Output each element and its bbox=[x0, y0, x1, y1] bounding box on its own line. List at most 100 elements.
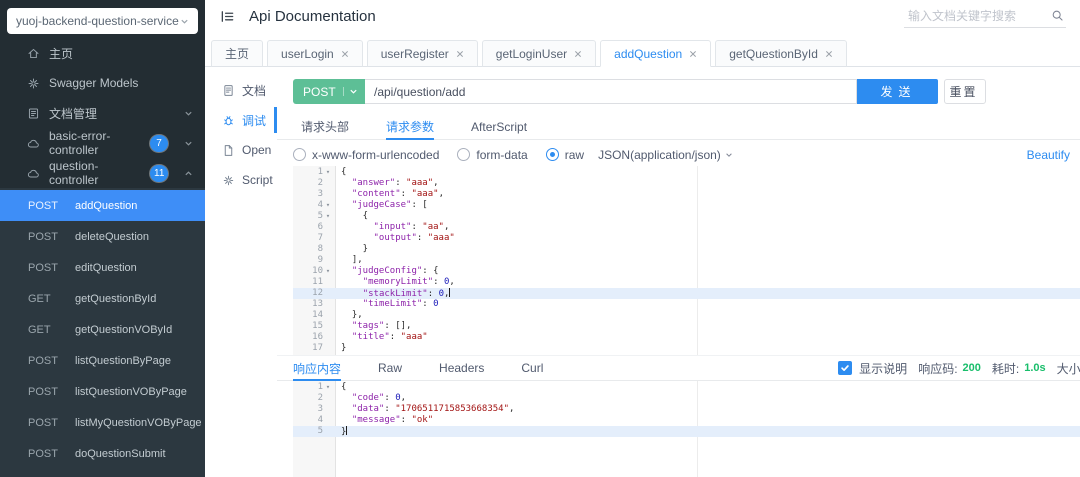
chevron-down-icon[interactable] bbox=[184, 139, 193, 148]
fold-toggle-icon[interactable]: ▾ bbox=[323, 167, 333, 178]
fold-toggle-icon[interactable]: ▾ bbox=[323, 200, 333, 211]
editor-line[interactable]: 9 ], bbox=[293, 255, 1080, 266]
tab-userLogin[interactable]: userLogin bbox=[267, 40, 363, 67]
editor-line[interactable]: 12 "stackLimit": 0, bbox=[293, 288, 1080, 299]
close-icon[interactable] bbox=[341, 50, 349, 58]
response-body-editor[interactable]: 1 ▾{2 "code": 0, 3 "data": "17065117158536… bbox=[293, 381, 1080, 477]
request-body-editor[interactable]: 1 ▾{2 "answer": "aaa", 3 "content": "aaa",… bbox=[293, 166, 1080, 355]
editor-line[interactable]: 2 "code": 0, bbox=[293, 393, 1080, 404]
endpoint-deleteQuestion[interactable]: POST deleteQuestion bbox=[0, 221, 205, 252]
body-type-row: x-www-form-urlencoded form-data raw JSON(a… bbox=[293, 145, 1070, 164]
method-select[interactable]: POST bbox=[293, 79, 365, 104]
endpoint-name: getQuestionById bbox=[75, 292, 157, 305]
endpoint-name: editQuestion bbox=[75, 261, 137, 274]
endpoint-listMyQuestionVOByPage[interactable]: POST listMyQuestionVOByPage bbox=[0, 407, 205, 438]
editor-line[interactable]: 5} bbox=[293, 426, 1080, 437]
editor-line[interactable]: 7 "output": "aaa" bbox=[293, 233, 1080, 244]
request-bar: POST 发送 重置 bbox=[293, 79, 986, 104]
search-input[interactable] bbox=[906, 7, 1051, 24]
editor-line[interactable]: 2 "answer": "aaa", bbox=[293, 178, 1080, 189]
endpoint-getQuestionVOById[interactable]: GET getQuestionVOById bbox=[0, 314, 205, 345]
endpoint-list: POST addQuestion POST deleteQuestion POST edi… bbox=[0, 188, 205, 477]
endpoint-doQuestionSubmit[interactable]: POST doQuestionSubmit bbox=[0, 438, 205, 469]
file-icon bbox=[222, 144, 235, 157]
sidebar-item-swagger-models[interactable]: Swagger Models bbox=[0, 68, 205, 98]
editor-line[interactable]: 3 "content": "aaa", bbox=[293, 189, 1080, 200]
sidebar-item-question-controller[interactable]: question-controller 11 bbox=[0, 158, 205, 188]
endpoint-listQuestionVOByPage[interactable]: POST listQuestionVOByPage bbox=[0, 376, 205, 407]
editor-line[interactable]: 1 ▾{ bbox=[293, 167, 1080, 178]
editor-line[interactable]: 17} bbox=[293, 343, 1080, 354]
editor-line[interactable]: 5 ▾ { bbox=[293, 211, 1080, 222]
tab-getQuestionById[interactable]: getQuestionById bbox=[715, 40, 847, 67]
fold-toggle-icon[interactable]: ▾ bbox=[323, 266, 333, 277]
search-icon[interactable] bbox=[1051, 9, 1064, 22]
sidebar-item-home[interactable]: 主页 bbox=[0, 38, 205, 68]
tab-addQuestion[interactable]: addQuestion bbox=[600, 40, 712, 67]
debug-nav-script[interactable]: Script bbox=[205, 165, 277, 195]
editor-line[interactable]: 8 } bbox=[293, 244, 1080, 255]
fold-toggle-icon[interactable]: ▾ bbox=[323, 382, 333, 393]
reset-button[interactable]: 重置 bbox=[944, 79, 986, 104]
beautify-link[interactable]: Beautify bbox=[1027, 148, 1070, 162]
endpoint-editQuestion[interactable]: POST editQuestion bbox=[0, 252, 205, 283]
endpoint-name: addQuestion bbox=[75, 199, 138, 212]
endpoint-method: POST bbox=[28, 447, 58, 460]
close-icon[interactable] bbox=[689, 50, 697, 58]
endpoint-addQuestion[interactable]: POST addQuestion bbox=[0, 190, 205, 221]
response-tab-content[interactable]: 响应内容 bbox=[293, 356, 342, 381]
debug-nav-doc[interactable]: 文档 bbox=[205, 75, 277, 105]
editor-line[interactable]: 6 "input": "aa", bbox=[293, 222, 1080, 233]
fold-toggle-icon[interactable]: ▾ bbox=[323, 211, 333, 222]
tab-label: getQuestionById bbox=[729, 46, 818, 61]
tab-getLoginUser[interactable]: getLoginUser bbox=[481, 40, 597, 67]
content-type-select[interactable]: JSON(application/json) bbox=[598, 148, 733, 162]
debug-nav-debug[interactable]: 调试 bbox=[205, 105, 277, 135]
line-number: 3 bbox=[317, 404, 323, 414]
debug-nav-label: Script bbox=[242, 173, 273, 187]
editor-line[interactable]: 11 "memoryLimit": 0, bbox=[293, 277, 1080, 288]
line-number: 16 bbox=[312, 332, 323, 342]
service-selector-value: yuoj-backend-question-service bbox=[16, 14, 179, 28]
sidebar-item-basic-error-controller[interactable]: basic-error-controller 7 bbox=[0, 128, 205, 158]
radio-form-data[interactable]: form-data bbox=[457, 148, 528, 162]
endpoint-name: listMyQuestionVOByPage bbox=[75, 416, 202, 429]
chevron-up-icon[interactable] bbox=[184, 169, 193, 178]
request-tab-afterscript[interactable]: AfterScript bbox=[471, 114, 527, 139]
response-tab-headers[interactable]: Headers bbox=[439, 356, 484, 380]
radio-raw[interactable]: raw bbox=[545, 148, 584, 162]
close-icon[interactable] bbox=[574, 50, 582, 58]
editor-line[interactable]: 14 }, bbox=[293, 310, 1080, 321]
editor-line[interactable]: 3 "data": "1706511715853668354", bbox=[293, 404, 1080, 415]
request-tab-headers[interactable]: 请求头部 bbox=[301, 114, 349, 139]
close-icon[interactable] bbox=[456, 50, 464, 58]
tab-label: 主页 bbox=[225, 47, 250, 61]
response-tab-curl[interactable]: Curl bbox=[521, 356, 543, 380]
collapse-menu-icon[interactable] bbox=[220, 9, 235, 24]
editor-line[interactable]: 4 ▾ "judgeCase": [ bbox=[293, 200, 1080, 211]
line-number: 15 bbox=[312, 321, 323, 331]
response-tab-raw[interactable]: Raw bbox=[378, 356, 402, 380]
editor-line[interactable]: 10 ▾ "judgeConfig": { bbox=[293, 266, 1080, 277]
tab-home[interactable]: 主页 bbox=[211, 40, 264, 67]
controller-icon bbox=[27, 167, 40, 180]
close-icon[interactable] bbox=[825, 50, 833, 58]
service-selector[interactable]: yuoj-backend-question-service bbox=[7, 8, 198, 34]
send-button[interactable]: 发送 bbox=[857, 79, 938, 104]
editor-line[interactable]: 1 ▾{ bbox=[293, 382, 1080, 393]
url-input[interactable] bbox=[365, 79, 857, 104]
line-number: 1 ▾ bbox=[293, 167, 335, 178]
endpoint-listQuestionByPage[interactable]: POST listQuestionByPage bbox=[0, 345, 205, 376]
editor-line[interactable]: 15 "tags": [], bbox=[293, 321, 1080, 332]
checkbox-show-description[interactable] bbox=[838, 361, 853, 375]
radio-x-www-form-urlencoded[interactable]: x-www-form-urlencoded bbox=[293, 148, 439, 162]
editor-line[interactable]: 16 "title": "aaa" bbox=[293, 332, 1080, 343]
editor-line[interactable]: 13 "timeLimit": 0 bbox=[293, 299, 1080, 310]
chevron-down-icon[interactable] bbox=[184, 109, 193, 118]
endpoint-getQuestionById[interactable]: GET getQuestionById bbox=[0, 283, 205, 314]
sidebar-item-doc-manage[interactable]: 文档管理 bbox=[0, 98, 205, 128]
tab-userRegister[interactable]: userRegister bbox=[366, 40, 478, 67]
editor-line[interactable]: 4 "message": "ok" bbox=[293, 415, 1080, 426]
request-tab-params[interactable]: 请求参数 bbox=[386, 114, 435, 140]
debug-nav-open[interactable]: Open bbox=[205, 135, 277, 165]
